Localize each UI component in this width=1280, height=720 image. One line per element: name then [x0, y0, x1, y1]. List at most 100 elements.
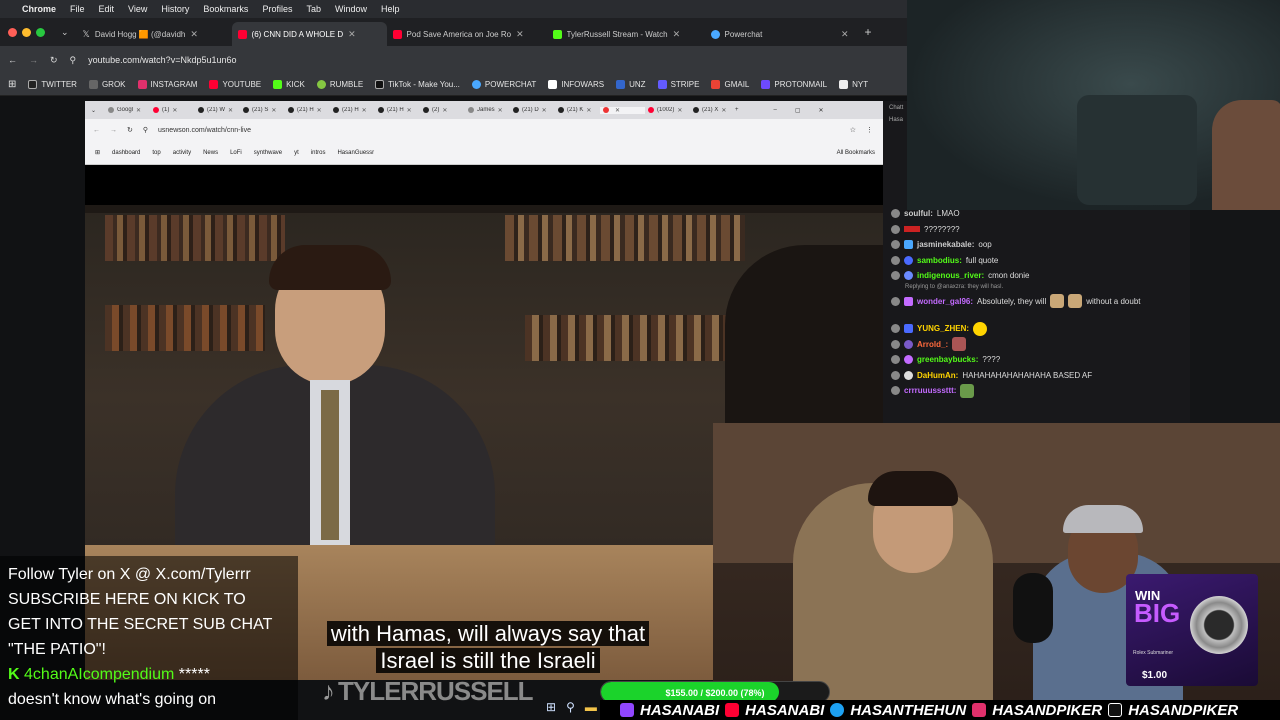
inner-window-close-icon[interactable]: ✕ — [819, 107, 824, 114]
close-tab-icon[interactable]: ✕ — [841, 29, 849, 40]
close-tab-icon[interactable]: ✕ — [317, 107, 322, 114]
bookmark-kick[interactable]: KICK — [273, 80, 305, 89]
bookmark-infowars[interactable]: INFOWARS — [548, 80, 604, 89]
win-big-ad[interactable]: WIN BIG Rolex Submariner $1.00 — [1126, 574, 1258, 686]
menu-tab[interactable]: Tab — [306, 4, 321, 14]
close-tab-icon[interactable]: ✕ — [172, 107, 177, 114]
close-tab-icon[interactable]: ✕ — [362, 107, 367, 114]
inner-reload-icon[interactable]: ↻ — [127, 126, 133, 134]
inner-tab[interactable]: (1002) ✕ — [645, 107, 690, 114]
bookmark-grok[interactable]: GROK — [88, 80, 126, 89]
menu-window[interactable]: Window — [335, 4, 367, 14]
inner-tab[interactable]: James ✕ — [465, 107, 510, 114]
tab-david-hogg[interactable]: 𝕏 David Hogg 🟧 (@davidh ✕ — [77, 22, 232, 46]
tab-powerchat[interactable]: Powerchat ✕ — [705, 22, 855, 46]
inner-site-info-icon[interactable]: ⚲ — [143, 126, 148, 134]
inner-tab[interactable]: (21) K ✕ — [555, 107, 600, 114]
tab-tylerrussell-stream[interactable]: TylerRussell Stream - Watch ✕ — [547, 22, 705, 46]
bookmark-gmail[interactable]: GMAIL — [711, 80, 749, 89]
inner-tab-menu-icon[interactable]: ⌄ — [91, 107, 105, 114]
inner-tab[interactable]: (21) H ✕ — [375, 107, 420, 114]
menu-view[interactable]: View — [128, 4, 147, 14]
reload-icon[interactable]: ↻ — [50, 55, 58, 66]
apps-grid-icon[interactable]: ⊞ — [8, 79, 16, 90]
windows-start-icon[interactable]: ⊞ — [546, 700, 556, 714]
bookmark-twitter[interactable]: TWITTER — [28, 80, 77, 89]
inner-tab[interactable]: (21) D ✕ — [510, 107, 555, 114]
close-tab-icon[interactable]: ✕ — [271, 107, 276, 114]
inner-tab[interactable]: (1) ✕ — [150, 107, 195, 114]
close-tab-icon[interactable]: ✕ — [190, 29, 198, 40]
search-icon[interactable]: ⚲ — [566, 700, 575, 714]
inner-tab[interactable]: (21) S ✕ — [240, 107, 285, 114]
close-tab-icon[interactable]: ✕ — [516, 29, 524, 40]
menu-help[interactable]: Help — [381, 4, 400, 14]
inner-back-icon[interactable]: ← — [93, 127, 100, 134]
inner-bookmark[interactable]: top — [152, 150, 160, 156]
inner-url-field[interactable]: usnewson.com/watch/cnn-live — [158, 127, 251, 134]
inner-window-minimize-icon[interactable]: – — [774, 107, 777, 113]
inner-tab[interactable]: (21) W ✕ — [195, 107, 240, 114]
tab-search-icon[interactable]: ⌄ — [61, 27, 69, 38]
inner-window-maximize-icon[interactable]: ▢ — [795, 107, 801, 114]
inner-apps-grid-icon[interactable]: ⊞ — [95, 149, 100, 156]
inner-bookmark[interactable]: activity — [173, 150, 191, 156]
close-tab-icon[interactable]: ✕ — [542, 107, 547, 114]
close-tab-icon[interactable]: ✕ — [498, 107, 503, 114]
close-tab-icon[interactable]: ✕ — [136, 107, 141, 114]
inner-tab[interactable]: (21) X ✕ — [690, 107, 735, 114]
inner-extensions-icon[interactable]: ⋮ — [866, 126, 873, 134]
close-tab-icon[interactable]: ✕ — [673, 29, 681, 40]
inner-bookmark[interactable]: LoFi — [230, 150, 242, 156]
close-tab-icon[interactable]: ✕ — [586, 107, 591, 114]
inner-tab[interactable]: (21) H ✕ — [285, 107, 330, 114]
bookmark-unz[interactable]: UNZ — [616, 80, 646, 89]
menu-file[interactable]: File — [70, 4, 85, 14]
bookmark-nyt[interactable]: NYT — [839, 80, 868, 89]
bookmark-tiktok[interactable]: TikTok - Make You... — [375, 80, 460, 89]
inner-tab[interactable]: (2) ✕ — [420, 107, 465, 114]
bookmark-rumble[interactable]: RUMBLE — [316, 80, 363, 89]
back-icon[interactable]: ← — [8, 55, 17, 65]
close-tab-icon[interactable]: ✕ — [407, 107, 412, 114]
all-bookmarks[interactable]: All Bookmarks — [837, 150, 875, 156]
inner-bookmark[interactable]: synthwave — [254, 150, 282, 156]
menu-app-name[interactable]: Chrome — [22, 4, 56, 14]
inner-tab[interactable]: Googl ✕ — [105, 107, 150, 114]
bookmark-powerchat[interactable]: POWERCHAT — [471, 80, 536, 89]
close-window-button[interactable] — [8, 27, 17, 37]
inner-tab[interactable]: (21) H ✕ — [330, 107, 375, 114]
url-field[interactable]: youtube.com/watch?v=Nkdp5u1un6o — [88, 55, 236, 65]
close-tab-icon[interactable]: ✕ — [721, 107, 726, 114]
inner-new-tab-icon[interactable]: + — [735, 107, 739, 113]
inner-bookmark[interactable]: intros — [311, 150, 326, 156]
inner-tab-active[interactable]: ✕ — [600, 106, 645, 114]
inner-bookmark[interactable]: News — [203, 150, 218, 156]
menu-history[interactable]: History — [161, 4, 189, 14]
bookmark-youtube[interactable]: YOUTUBE — [209, 80, 261, 89]
close-tab-icon[interactable]: ✕ — [228, 107, 233, 114]
folder-icon[interactable]: ▬ — [585, 700, 597, 714]
inner-bookmark[interactable]: dashboard — [112, 150, 140, 156]
inner-bookmark[interactable]: HasanGuessr — [337, 150, 374, 156]
close-tab-icon[interactable]: ✕ — [615, 107, 620, 114]
bookmark-protonmail[interactable]: PROTONMAIL — [761, 80, 827, 89]
menu-profiles[interactable]: Profiles — [262, 4, 292, 14]
forward-icon[interactable]: → — [29, 55, 38, 65]
close-tab-icon[interactable]: ✕ — [348, 29, 356, 40]
inner-forward-icon[interactable]: → — [110, 127, 117, 134]
minimize-window-button[interactable] — [22, 27, 31, 37]
menu-edit[interactable]: Edit — [99, 4, 115, 14]
site-info-icon[interactable]: ⚲ — [70, 55, 77, 66]
tab-pod-save-america[interactable]: Pod Save America on Joe Ro ✕ — [387, 22, 547, 46]
inner-star-icon[interactable]: ☆ — [850, 126, 856, 134]
zoom-window-button[interactable] — [36, 27, 45, 37]
inner-bookmark[interactable]: yt — [294, 150, 299, 156]
close-tab-icon[interactable]: ✕ — [677, 107, 682, 114]
close-tab-icon[interactable]: ✕ — [442, 107, 447, 114]
bookmark-instagram[interactable]: INSTAGRAM — [137, 80, 197, 89]
menu-bookmarks[interactable]: Bookmarks — [203, 4, 248, 14]
tab-cnn-youtube[interactable]: (6) CNN DID A WHOLE D ✕ — [231, 22, 387, 46]
new-tab-icon[interactable]: + — [865, 25, 872, 39]
bookmark-stripe[interactable]: STRIPE — [657, 80, 699, 89]
